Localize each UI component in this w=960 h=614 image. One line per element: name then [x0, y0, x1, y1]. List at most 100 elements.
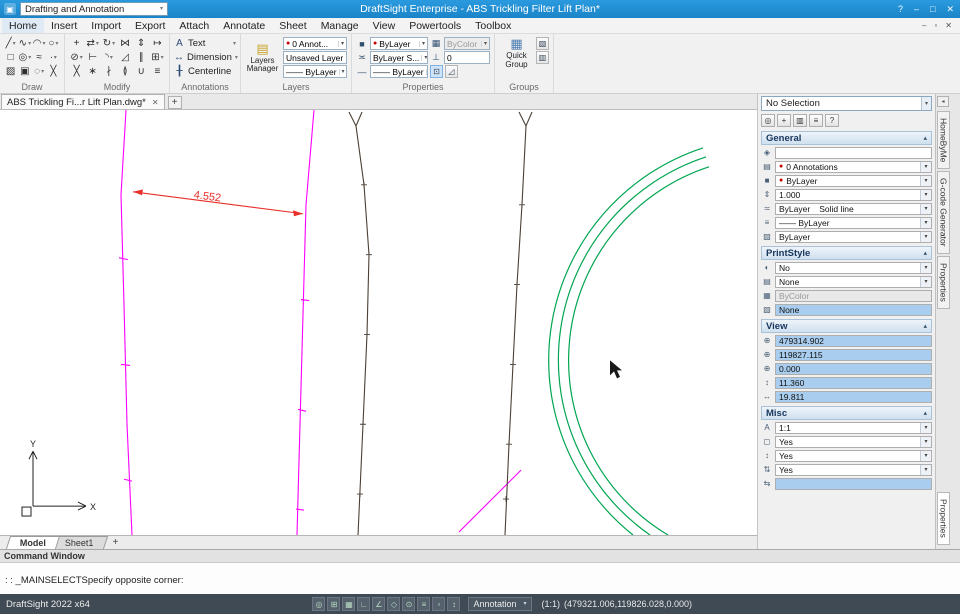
arc-tool[interactable]: ◠ ▾: [33, 37, 46, 51]
lineweight-field[interactable]: ● —— ByLayer ▾: [775, 216, 932, 229]
menu-item[interactable]: Export: [128, 18, 172, 33]
chevron-down-icon[interactable]: ▾: [920, 276, 931, 287]
rectangle-tool[interactable]: □▾: [4, 51, 17, 65]
chevron-down-icon[interactable]: ▾: [920, 203, 931, 214]
palette-tab[interactable]: G-code Generator: [937, 171, 950, 254]
chevron-down-icon[interactable]: ▾: [920, 422, 931, 433]
select-entities-button[interactable]: ◎: [761, 114, 775, 127]
polyline-tool[interactable]: ∿ ▾: [18, 37, 31, 51]
spline-tool[interactable]: ≈▾: [33, 51, 46, 65]
doc-close-button[interactable]: ✕: [945, 21, 952, 30]
ucs-icon-visible-field[interactable]: Yes ▾: [775, 435, 932, 448]
chevron-down-icon[interactable]: ▾: [920, 161, 931, 172]
active-property-toggle-button[interactable]: ⊡: [430, 65, 443, 78]
print-field[interactable]: No ▾: [775, 261, 932, 274]
menu-item[interactable]: Attach: [172, 18, 216, 33]
chevron-down-icon[interactable]: ▾: [920, 262, 931, 273]
centerline-tool[interactable]: ╂Centerline▾: [174, 65, 236, 78]
maximize-button[interactable]: □: [930, 4, 935, 14]
chevron-down-icon[interactable]: ▾: [920, 450, 931, 461]
section-header-view[interactable]: View ▴: [761, 319, 932, 333]
strip-collapse-button[interactable]: ◂: [937, 96, 949, 107]
ellipse-tool[interactable]: ◎ ▾: [18, 51, 32, 65]
dimension-tool[interactable]: ↔ Dimension ▾: [174, 51, 238, 64]
view-center-z-field[interactable]: 0.000: [775, 362, 932, 375]
join-tool[interactable]: ∪▾: [134, 65, 149, 79]
minimize-button[interactable]: –: [914, 4, 919, 14]
command-window-header[interactable]: Command Window: [0, 550, 960, 563]
menu-item[interactable]: Sheet: [272, 18, 313, 33]
polar-icon[interactable]: ∠: [372, 597, 386, 611]
quick-select-button[interactable]: +: [777, 114, 791, 127]
thickness-field[interactable]: 0: [444, 51, 490, 64]
annotation-scale-dropdown[interactable]: Annotation ▾: [468, 597, 532, 611]
layer-dropdown[interactable]: ● 0 Annot... ▾: [283, 37, 347, 50]
printstyle-field[interactable]: None ▾: [775, 275, 932, 288]
survey-polylines-dark[interactable]: [348, 111, 533, 535]
circle-tool[interactable]: ○ ▾: [47, 37, 60, 51]
snap-icon[interactable]: ▦: [342, 597, 356, 611]
view-center-y-field[interactable]: 119827.115: [775, 348, 932, 361]
menu-item[interactable]: Toolbox: [468, 18, 518, 33]
ortho-icon[interactable]: ∟: [357, 597, 371, 611]
palette-options-button[interactable]: ≡: [809, 114, 823, 127]
menu-item[interactable]: Home: [2, 18, 45, 33]
annotation-scale-field[interactable]: 1:1 ▾: [775, 421, 932, 434]
edit-annotation-tool[interactable]: ≬▾: [118, 65, 133, 79]
layers-manager-button[interactable]: ▤ Layers Manager: [245, 37, 280, 78]
lineweight-icon[interactable]: ≡: [417, 597, 431, 611]
extend-tool[interactable]: ⊢▾: [85, 51, 100, 65]
transparency-field[interactable]: ● ByLayer ▾: [775, 230, 932, 243]
view-height-field[interactable]: 11.360: [775, 376, 932, 389]
close-icon[interactable]: ✕: [152, 98, 159, 107]
esnap-icon[interactable]: ◇: [387, 597, 401, 611]
section-header-misc[interactable]: Misc ▴: [761, 406, 932, 420]
linecolor-dropdown[interactable]: ● ByLayer ▾: [370, 37, 428, 50]
offset-tool[interactable]: ∥▾: [134, 51, 149, 65]
add-sheet-button[interactable]: +: [113, 537, 119, 548]
move-tool[interactable]: +▾: [69, 37, 84, 51]
explode-tool[interactable]: ∗▾: [85, 65, 100, 79]
selection-dropdown[interactable]: No Selection ▾: [761, 96, 932, 111]
printcolor-field[interactable]: ByColor ▾: [775, 289, 932, 302]
pin-palette-button[interactable]: ▥: [793, 114, 807, 127]
scale-tool[interactable]: ⇕▾: [134, 37, 149, 51]
chamfer-tool[interactable]: ◿▾: [118, 51, 133, 65]
linecolor-field[interactable]: ● ByLayer ▾: [775, 174, 932, 187]
cloud-tool[interactable]: ◌ ▾: [33, 65, 46, 79]
grid-icon[interactable]: ⊞: [327, 597, 341, 611]
etrack-icon[interactable]: ⊙: [402, 597, 416, 611]
linestyle-dropdown[interactable]: ByLayer S... ▾: [370, 51, 428, 64]
hatch-tool[interactable]: ▨▾: [4, 65, 17, 79]
menu-item[interactable]: Annotate: [216, 18, 272, 33]
chevron-down-icon[interactable]: ▾: [920, 231, 931, 242]
split-tool[interactable]: ∤▾: [101, 65, 116, 79]
rotate-tool[interactable]: ↻ ▾: [101, 37, 116, 51]
selection-filter-icon[interactable]: ◎: [312, 597, 326, 611]
menu-item[interactable]: Powertools: [402, 18, 468, 33]
text-tool[interactable]: A Text ▾: [174, 37, 236, 50]
printtable-field[interactable]: None ▾: [775, 303, 932, 316]
ucs-per-viewport-field[interactable]: Yes ▾: [775, 463, 932, 476]
section-header-printstyle[interactable]: PrintStyle ▴: [761, 246, 932, 260]
document-tab[interactable]: ABS Trickling Fi...r Lift Plan.dwg* ✕: [1, 94, 165, 109]
chevron-down-icon[interactable]: ▾: [920, 175, 931, 186]
entity-grips-tool[interactable]: ≡▾: [150, 65, 165, 79]
fillet-tool[interactable]: ◝ ▾: [101, 51, 116, 65]
palette-tab[interactable]: Properties: [937, 492, 950, 545]
sheet-tab[interactable]: Model: [5, 536, 61, 549]
linescale-field[interactable]: ● 1.000 ▾: [775, 188, 932, 201]
menu-item[interactable]: Import: [84, 18, 128, 33]
layer-field[interactable]: ● 0 Annotations ▾: [775, 160, 932, 173]
linestyle-field[interactable]: ● ByLayer Solid line ▾: [775, 202, 932, 215]
menu-item[interactable]: Manage: [314, 18, 366, 33]
chevron-down-icon[interactable]: ▾: [920, 189, 931, 200]
menu-item[interactable]: Insert: [44, 18, 84, 33]
link-field[interactable]: ● ▾: [775, 146, 932, 159]
boundary-polylines-magenta[interactable]: [118, 110, 522, 535]
sketch-tool[interactable]: ╳▾: [47, 65, 60, 79]
chevron-down-icon[interactable]: ▾: [920, 217, 931, 228]
line-tool[interactable]: ╱ ▾: [4, 37, 17, 51]
view-center-x-field[interactable]: 479314.902: [775, 334, 932, 347]
chevron-down-icon[interactable]: ▾: [920, 436, 931, 447]
